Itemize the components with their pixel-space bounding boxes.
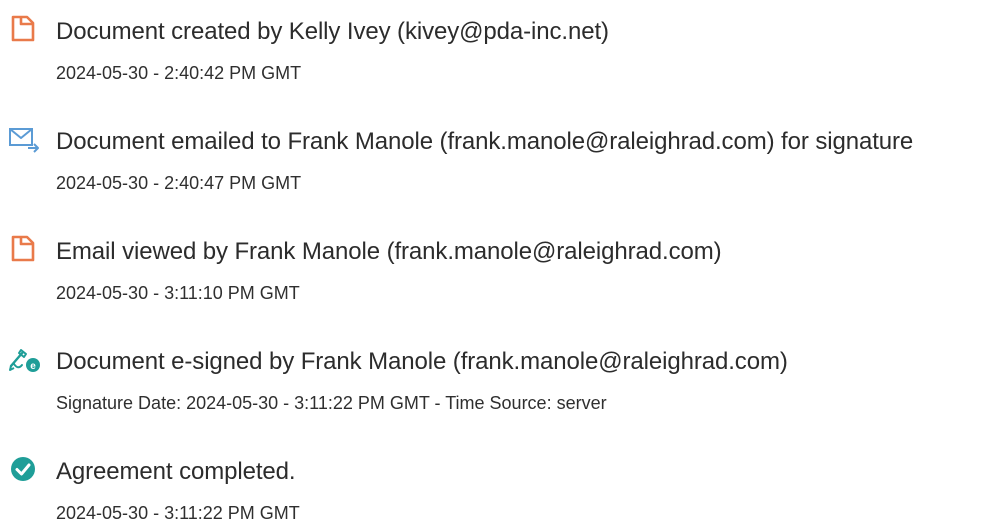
event-title: Agreement completed. [56,458,296,485]
event-timestamp: 2024-05-30 - 2:40:42 PM GMT [56,63,302,83]
event-document-emailed: Document emailed to Frank Manole (frank.… [0,118,982,198]
event-timestamp: 2024-05-30 - 2:40:47 PM GMT [56,173,302,193]
event-title: Email viewed by Frank Manole (frank.mano… [56,238,722,265]
document-icon [8,234,38,264]
event-title: Document created by Kelly Ivey (kivey@pd… [56,18,609,45]
event-title: Document e-signed by Frank Manole (frank… [56,348,788,375]
svg-text:e: e [30,361,36,372]
audit-history: { "colors": { "doc_icon": "#e97a4a", "ma… [0,0,982,523]
event-timestamp: 2024-05-30 - 3:11:10 PM GMT [56,283,300,303]
event-timestamp: 2024-05-30 - 3:11:22 PM GMT [56,503,300,523]
event-signature-date: Signature Date: 2024-05-30 - 3:11:22 PM … [56,393,607,413]
event-agreement-completed: Agreement completed. 2024-05-30 - 3:11:2… [0,448,982,528]
checkmark-circle-icon [8,454,38,484]
event-document-signed: e Document e-signed by Frank Manole (fra… [0,338,982,418]
event-title: Document emailed to Frank Manole (frank.… [56,128,914,155]
email-sent-icon [8,124,39,154]
e-sign-icon: e [8,344,40,374]
event-document-created: Document created by Kelly Ivey (kivey@pd… [0,8,982,88]
document-icon [8,14,38,44]
event-email-viewed: Email viewed by Frank Manole (frank.mano… [0,228,982,308]
